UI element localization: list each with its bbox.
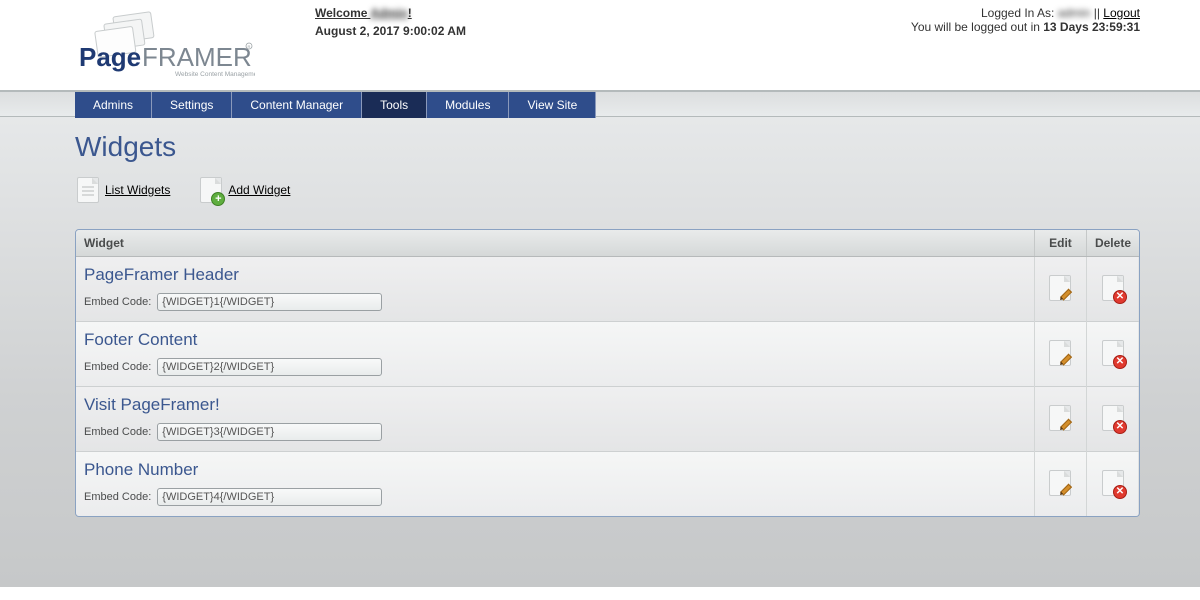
edit-icon[interactable] bbox=[1049, 275, 1071, 301]
table-row: PageFramer Header Embed Code: ✕ bbox=[76, 257, 1139, 322]
logout-link[interactable]: Logout bbox=[1103, 6, 1140, 20]
welcome-suffix: ! bbox=[408, 6, 412, 20]
list-widgets-link[interactable]: List Widgets bbox=[77, 177, 170, 203]
edit-icon[interactable] bbox=[1049, 405, 1071, 431]
table-row: Footer Content Embed Code: ✕ bbox=[76, 322, 1139, 387]
embed-label: Embed Code: bbox=[84, 426, 151, 438]
table-row: Visit PageFramer! Embed Code: ✕ bbox=[76, 387, 1139, 452]
col-delete: Delete bbox=[1086, 230, 1139, 257]
delete-icon[interactable]: ✕ bbox=[1102, 275, 1124, 301]
welcome-username: Admin bbox=[370, 6, 407, 20]
header: Page FRAMER R Website Content Management… bbox=[0, 0, 1200, 90]
logged-in-label: Logged In As: bbox=[981, 6, 1058, 20]
logo-svg: Page FRAMER R Website Content Management bbox=[75, 8, 255, 84]
delete-icon[interactable]: ✕ bbox=[1102, 470, 1124, 496]
nav-bar: Admins Settings Content Manager Tools Mo… bbox=[0, 90, 1200, 117]
nav-content-manager[interactable]: Content Manager bbox=[232, 92, 362, 118]
session-countdown: 13 Days 23:59:31 bbox=[1043, 20, 1140, 34]
separator: || bbox=[1090, 6, 1103, 20]
add-badge-icon: + bbox=[211, 192, 225, 206]
welcome-line: Welcome Admin! bbox=[315, 6, 605, 20]
session-prefix: You will be logged out in bbox=[911, 20, 1043, 34]
nav-modules[interactable]: Modules bbox=[427, 92, 509, 118]
table-header-row: Widget Edit Delete bbox=[76, 230, 1139, 257]
col-widget: Widget bbox=[76, 230, 1034, 257]
widgets-table-wrap: Widget Edit Delete PageFramer Header Emb… bbox=[75, 229, 1140, 517]
content: Widgets List Widgets + Add Widget Widget… bbox=[0, 117, 1200, 587]
logo: Page FRAMER R Website Content Management bbox=[75, 4, 305, 90]
document-icon bbox=[77, 177, 99, 203]
document-add-icon: + bbox=[200, 177, 222, 203]
table-row: Phone Number Embed Code: ✕ bbox=[76, 452, 1139, 517]
nav-view-site[interactable]: View Site bbox=[509, 92, 596, 118]
logged-in-username: admin bbox=[1058, 6, 1091, 20]
login-status: Logged In As: admin || Logout You will b… bbox=[605, 4, 1140, 90]
widget-name[interactable]: Visit PageFramer! bbox=[84, 395, 1026, 415]
embed-label: Embed Code: bbox=[84, 491, 151, 503]
edit-icon[interactable] bbox=[1049, 470, 1071, 496]
widgets-table: Widget Edit Delete PageFramer Header Emb… bbox=[76, 230, 1139, 516]
widget-name[interactable]: PageFramer Header bbox=[84, 265, 1026, 285]
nav-settings[interactable]: Settings bbox=[152, 92, 232, 118]
widget-name[interactable]: Footer Content bbox=[84, 330, 1026, 350]
embed-label: Embed Code: bbox=[84, 296, 151, 308]
nav-admins[interactable]: Admins bbox=[75, 92, 152, 118]
welcome-area: Welcome Admin! August 2, 2017 9:00:02 AM bbox=[305, 4, 605, 90]
delete-icon[interactable]: ✕ bbox=[1102, 405, 1124, 431]
edit-icon[interactable] bbox=[1049, 340, 1071, 366]
embed-label: Embed Code: bbox=[84, 361, 151, 373]
datetime: August 2, 2017 9:00:02 AM bbox=[315, 24, 605, 38]
add-widget-label: Add Widget bbox=[228, 183, 290, 197]
delete-icon[interactable]: ✕ bbox=[1102, 340, 1124, 366]
action-bar: List Widgets + Add Widget bbox=[75, 177, 1140, 203]
embed-code-input[interactable] bbox=[157, 293, 382, 311]
svg-text:Website Content Management: Website Content Management bbox=[175, 71, 255, 78]
add-widget-link[interactable]: + Add Widget bbox=[200, 177, 290, 203]
svg-text:Page: Page bbox=[79, 42, 141, 72]
svg-text:FRAMER: FRAMER bbox=[142, 42, 252, 72]
embed-code-input[interactable] bbox=[157, 423, 382, 441]
nav-tools[interactable]: Tools bbox=[362, 92, 427, 118]
page-title: Widgets bbox=[75, 131, 1140, 163]
col-edit: Edit bbox=[1034, 230, 1086, 257]
embed-code-input[interactable] bbox=[157, 488, 382, 506]
embed-code-input[interactable] bbox=[157, 358, 382, 376]
widget-name[interactable]: Phone Number bbox=[84, 460, 1026, 480]
svg-text:R: R bbox=[248, 44, 251, 49]
list-widgets-label: List Widgets bbox=[105, 183, 170, 197]
welcome-prefix: Welcome bbox=[315, 6, 370, 20]
